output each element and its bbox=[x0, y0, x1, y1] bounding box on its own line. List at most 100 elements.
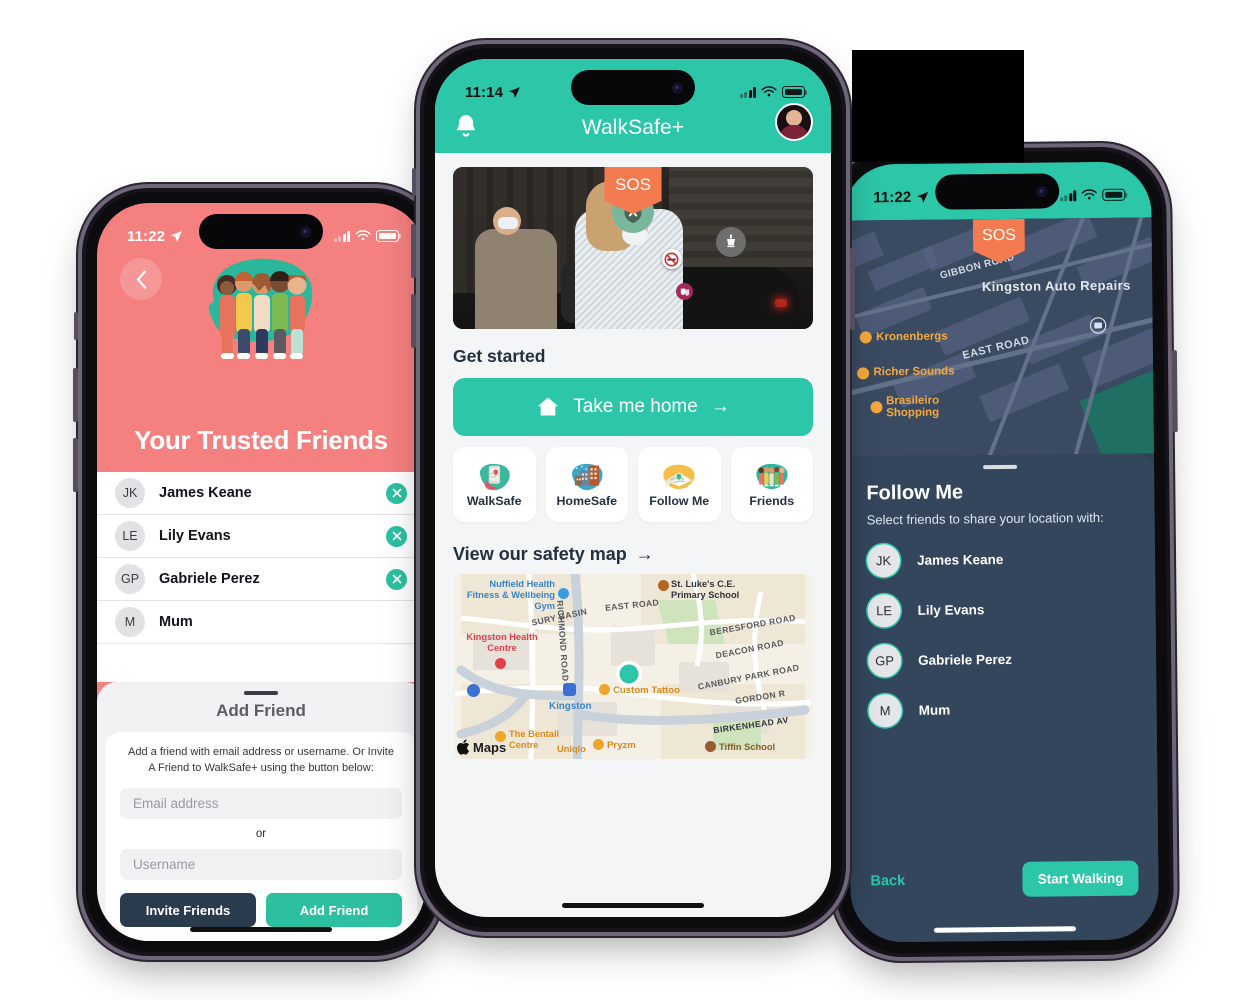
volume-up-button[interactable] bbox=[73, 368, 78, 422]
map-link-label: View our safety map bbox=[453, 544, 627, 564]
poi-label: Richer Sounds bbox=[873, 365, 955, 379]
gym-poi-icon bbox=[558, 588, 569, 599]
friend-name: Gabriele Perez bbox=[918, 651, 1013, 668]
remove-friend-button[interactable] bbox=[386, 568, 407, 590]
poi-item[interactable]: Kronenbergs bbox=[860, 330, 948, 344]
tile-walksafe[interactable]: WalkSafe bbox=[453, 447, 536, 522]
volume-down-button[interactable] bbox=[73, 438, 78, 492]
map-place-label: Pryzm bbox=[607, 740, 636, 751]
front-camera-icon bbox=[1036, 185, 1048, 197]
poi-item[interactable]: Richer Sounds bbox=[857, 365, 955, 380]
no-smoking-icon[interactable] bbox=[661, 249, 682, 269]
tile-follow-me[interactable]: Follow Me bbox=[638, 447, 721, 522]
back-button[interactable]: Back bbox=[870, 873, 905, 889]
left-phone-screen: 11:22 Your Trusted Friends JK James Kean… bbox=[97, 203, 425, 941]
take-me-home-button[interactable]: Take me home → bbox=[453, 378, 813, 436]
street-lamp-icon[interactable] bbox=[715, 227, 746, 257]
wifi-icon bbox=[355, 230, 371, 241]
list-item[interactable]: M Mum bbox=[97, 601, 425, 644]
bell-icon[interactable] bbox=[453, 113, 479, 141]
silent-switch[interactable] bbox=[412, 168, 416, 196]
invite-friends-button[interactable]: Invite Friends bbox=[120, 893, 256, 927]
status-time: 11:22 bbox=[127, 227, 166, 245]
tile-friends[interactable]: Friends bbox=[730, 447, 813, 522]
or-separator: or bbox=[255, 828, 267, 840]
map-place-label: St. Luke's C.E. Primary School bbox=[671, 579, 740, 601]
list-item[interactable]: M Mum bbox=[868, 692, 1136, 728]
station-icon bbox=[563, 683, 576, 696]
list-item[interactable]: GP Gabriele Perez bbox=[867, 642, 1136, 678]
phone-right-follow-me: 11:22 SOS GIBBON ROAD EAST ROAD Kingston… bbox=[820, 150, 1178, 954]
avatar: JK bbox=[866, 544, 901, 578]
silent-switch[interactable] bbox=[74, 312, 78, 340]
home-indicator[interactable] bbox=[562, 903, 704, 908]
list-item[interactable]: LE Lily Evans bbox=[867, 592, 1135, 628]
cellular-signal-icon bbox=[739, 86, 756, 98]
friend-name: James Keane bbox=[159, 485, 252, 501]
sheet-description: Add a friend with email address or usern… bbox=[128, 746, 394, 775]
safety-minimap[interactable]: Nuffield Health Fitness & Wellbeing Gym … bbox=[453, 574, 813, 759]
home-indicator[interactable] bbox=[190, 927, 332, 932]
avatar: LE bbox=[867, 594, 901, 628]
poi-label: Kronenbergs bbox=[876, 330, 948, 344]
chevron-left-icon bbox=[136, 269, 146, 289]
mockup-stage: 11:22 Your Trusted Friends JK James Kean… bbox=[0, 0, 1250, 1000]
safety-map-link[interactable]: View our safety map → bbox=[453, 544, 813, 565]
phone-center-home: 11:14 WalkSafe+ SOS Get started Take me … bbox=[411, 48, 855, 928]
power-button[interactable] bbox=[1171, 350, 1178, 433]
home-content: SOS Get started Take me home → WalkSafe … bbox=[435, 167, 831, 759]
back-button[interactable] bbox=[120, 258, 162, 300]
tile-homesafe[interactable]: HomeSafe bbox=[545, 447, 628, 522]
tile-label: HomeSafe bbox=[556, 494, 618, 508]
power-button[interactable] bbox=[850, 248, 855, 330]
battery-icon bbox=[376, 230, 402, 242]
close-icon bbox=[392, 488, 401, 498]
front-camera-icon bbox=[672, 82, 683, 93]
poi-item[interactable]: Brasileiro Shopping bbox=[870, 394, 965, 420]
email-field[interactable]: Email address bbox=[120, 788, 402, 819]
list-item[interactable]: GP Gabriele Perez bbox=[97, 558, 425, 601]
page-title: WalkSafe+ bbox=[581, 116, 685, 139]
friend-name: Mum bbox=[918, 702, 951, 718]
close-icon bbox=[392, 531, 401, 541]
map-place-label: Uniqlo bbox=[557, 744, 586, 754]
home-icon bbox=[537, 397, 559, 416]
close-icon bbox=[392, 574, 401, 584]
school2-poi-icon bbox=[705, 741, 716, 752]
cta-label: Take me home bbox=[573, 396, 698, 417]
remove-friend-button[interactable] bbox=[386, 482, 407, 504]
place-label: Kingston Auto Repairs bbox=[981, 277, 1131, 295]
avatar-face bbox=[786, 109, 802, 126]
phone-left-trusted-friends: 11:22 Your Trusted Friends JK James Kean… bbox=[73, 192, 449, 952]
avatar: M bbox=[868, 694, 902, 728]
avatar: M bbox=[115, 607, 145, 637]
volume-down-button[interactable] bbox=[411, 294, 416, 348]
list-item[interactable]: JK James Keane bbox=[97, 472, 425, 515]
map-place-label: Tiffin School bbox=[719, 742, 776, 752]
sheet-grabber[interactable] bbox=[244, 691, 278, 696]
username-field[interactable]: Username bbox=[120, 849, 402, 880]
friend-name: Gabriele Perez bbox=[159, 571, 260, 587]
start-walking-button[interactable]: Start Walking bbox=[1022, 860, 1139, 897]
sheet-grabber[interactable] bbox=[983, 464, 1018, 470]
friend-name: Mum bbox=[159, 614, 193, 630]
tile-label: Friends bbox=[749, 494, 795, 508]
dynamic-island bbox=[571, 70, 695, 105]
cellular-signal-icon bbox=[333, 230, 350, 242]
school-poi-icon bbox=[658, 580, 669, 591]
apple-logo-icon bbox=[457, 739, 470, 755]
open-map-illustration bbox=[663, 464, 695, 490]
photo-person-background bbox=[474, 206, 558, 329]
add-friend-button[interactable]: Add Friend bbox=[266, 893, 402, 927]
sheet-actions: Invite Friends Add Friend bbox=[120, 880, 402, 927]
map-place-label: Kingston bbox=[549, 701, 592, 712]
sheet-title: Follow Me bbox=[866, 481, 964, 505]
remove-friend-button[interactable] bbox=[386, 525, 407, 547]
follow-me-sheet: Follow Me Select friends to share your l… bbox=[845, 453, 1160, 943]
dynamic-island bbox=[199, 214, 323, 249]
list-item[interactable]: LE Lily Evans bbox=[97, 515, 425, 558]
list-item[interactable]: JK James Keane bbox=[866, 542, 1135, 578]
right-phone-screen: 11:22 SOS GIBBON ROAD EAST ROAD Kingston… bbox=[842, 161, 1160, 943]
front-camera-icon bbox=[300, 226, 311, 237]
dark-safety-map[interactable]: SOS GIBBON ROAD EAST ROAD Kingston Auto … bbox=[843, 217, 1154, 457]
